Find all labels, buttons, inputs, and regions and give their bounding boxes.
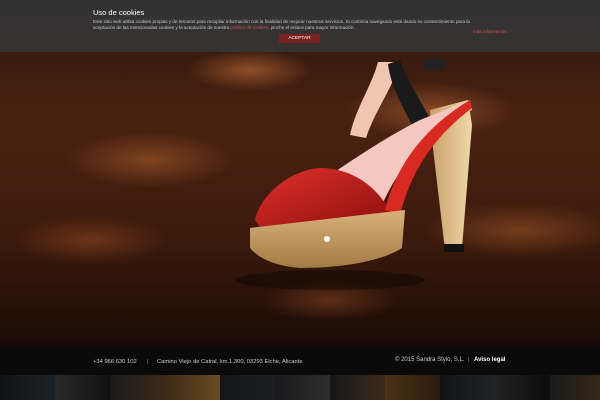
thumbnail[interactable] [440, 375, 495, 400]
footer-phone: +34 966 630 102 [93, 359, 137, 365]
thumbnail[interactable] [165, 375, 220, 400]
thumbnail[interactable] [385, 375, 440, 400]
cookie-banner-text: Este sitio web utiliza cookies propias y… [93, 19, 493, 31]
cookie-banner: Uso de cookies Este sitio web utiliza co… [0, 0, 600, 52]
thumbnail[interactable] [110, 375, 165, 400]
thumbnail[interactable] [550, 375, 600, 400]
thumbnail[interactable] [220, 375, 275, 400]
cookie-banner-title: Uso de cookies [93, 8, 145, 17]
footer-separator: | [147, 359, 149, 365]
thumbnail[interactable] [495, 375, 550, 400]
thumbnail[interactable] [55, 375, 110, 400]
cookie-text-part: , pinche el enlace para mayor informació… [268, 25, 355, 30]
footer-copyright: © 2015 Sandra Stylo, S.L. [395, 357, 465, 363]
thumbnail[interactable] [330, 375, 385, 400]
thumbnail-strip [0, 375, 600, 400]
thumbnail[interactable] [275, 375, 330, 400]
cookie-policy-link[interactable]: política de cookies [230, 25, 268, 30]
more-info-link[interactable]: más información [473, 29, 507, 34]
thumbnail[interactable] [0, 375, 55, 400]
legal-notice-link[interactable]: Aviso legal [474, 357, 505, 363]
footer-separator: | [468, 357, 470, 363]
footer-address: Camino Viejo de Catral, km.1,300, 03293 … [157, 359, 303, 365]
footer: +34 966 630 102 | Camino Viejo de Catral… [0, 345, 600, 375]
accept-cookies-button[interactable]: ACEPTAR [279, 34, 320, 43]
